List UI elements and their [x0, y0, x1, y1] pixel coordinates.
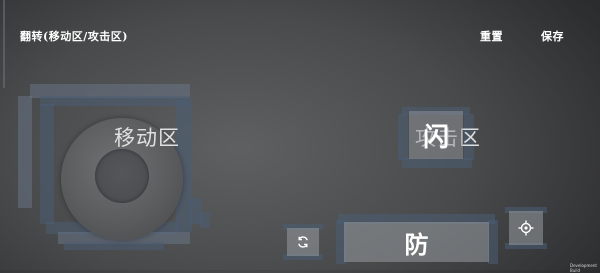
- refresh-icon: [298, 236, 308, 248]
- swap-button[interactable]: [287, 228, 319, 256]
- save-button[interactable]: 保存: [541, 28, 564, 44]
- target-button[interactable]: [509, 211, 543, 245]
- flip-zones-toggle[interactable]: 翻转(移动区/攻击区): [20, 28, 128, 44]
- defend-button[interactable]: 防: [344, 222, 489, 262]
- reset-button[interactable]: 重置: [480, 28, 503, 44]
- screen-edge-marker: [3, 0, 5, 88]
- crosshair-icon: [518, 220, 534, 236]
- dodge-button[interactable]: 闪: [409, 111, 463, 159]
- dodge-button-label: 闪: [422, 122, 449, 153]
- move-zone-label: 移动区: [114, 126, 180, 150]
- defend-button-label: 防: [404, 229, 429, 259]
- joystick-knob[interactable]: [95, 149, 149, 203]
- development-build-label: Development Build: [570, 263, 597, 273]
